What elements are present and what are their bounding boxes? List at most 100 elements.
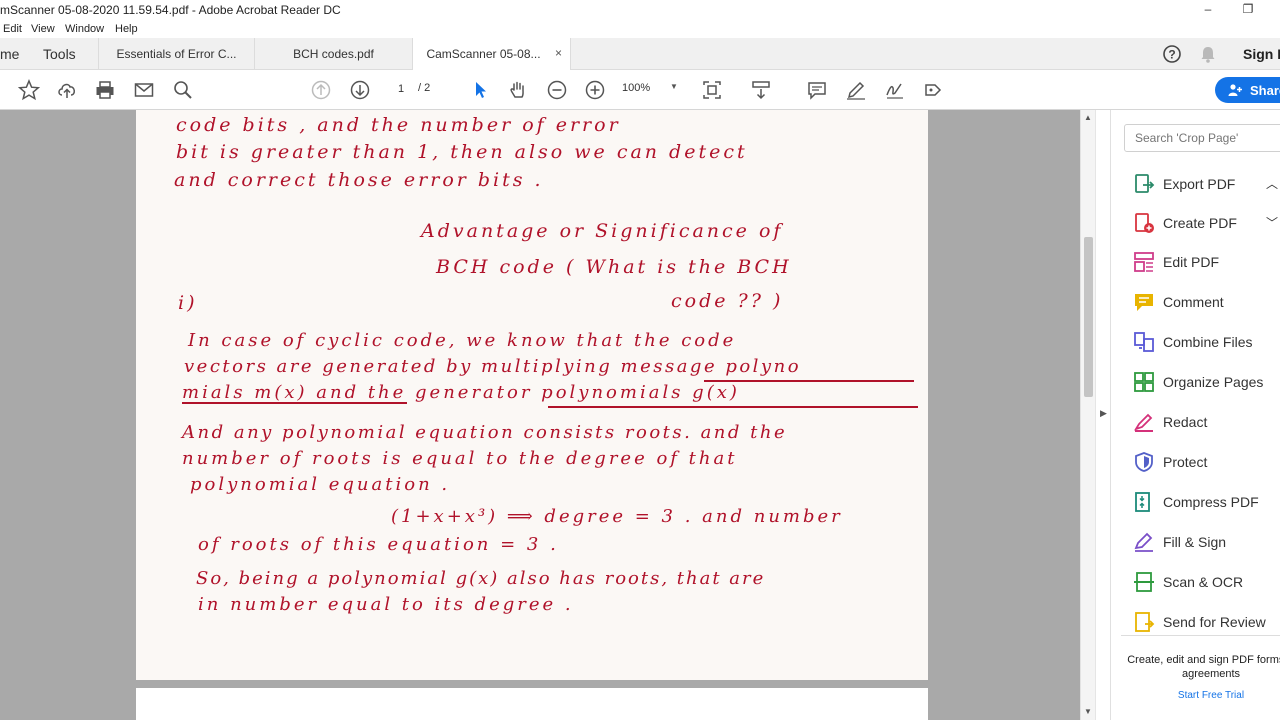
compress-pdf-icon xyxy=(1133,491,1155,513)
tool-export-pdf[interactable]: Export PDF ︿ xyxy=(1111,165,1280,205)
menu-bar: Edit View Window Help xyxy=(0,20,1280,38)
tool-label: Create PDF xyxy=(1163,215,1237,231)
panel-divider xyxy=(1121,635,1280,636)
hand-icon[interactable] xyxy=(507,79,529,101)
tool-comment[interactable]: Comment xyxy=(1111,283,1280,323)
start-free-trial-link[interactable]: Start Free Trial xyxy=(1121,690,1280,701)
star-icon[interactable] xyxy=(17,79,41,101)
handwritten-line: bit is greater than 1, then also we can … xyxy=(176,141,748,163)
share-button[interactable]: Share xyxy=(1215,77,1280,103)
tools-panel: Export PDF ︿ Create PDF ﹀ Edit PDF Comme… xyxy=(1110,110,1280,720)
zoom-level[interactable]: 100% xyxy=(622,82,650,94)
tool-scan-ocr[interactable]: Scan & OCR xyxy=(1111,563,1280,603)
document-viewer[interactable]: code bits , and the number of error bit … xyxy=(0,110,1095,720)
tool-label: Organize Pages xyxy=(1163,374,1264,390)
handwritten-line: polynomial equation . xyxy=(190,474,451,495)
scroll-down-icon[interactable]: ▼ xyxy=(1084,707,1092,716)
vertical-scrollbar[interactable]: ▲ ▼ xyxy=(1080,110,1095,720)
handwritten-line: mials m(x) and the generator polynomials… xyxy=(182,382,740,403)
pdf-page-2 xyxy=(136,688,928,720)
chevron-right-icon[interactable]: ▶ xyxy=(1100,408,1107,419)
tab-label: Essentials of Error C... xyxy=(116,47,237,61)
upload-icon[interactable] xyxy=(56,79,78,101)
search-icon[interactable] xyxy=(172,79,194,101)
tool-label: Fill & Sign xyxy=(1163,534,1227,550)
menu-help[interactable]: Help xyxy=(115,23,138,35)
chevron-up-icon[interactable]: ︿ xyxy=(1266,175,1278,192)
pen-icon[interactable] xyxy=(845,79,867,101)
tool-fill-sign[interactable]: Fill & Sign xyxy=(1111,523,1280,563)
promo-text: Create, edit and sign PDF forms & agreem… xyxy=(1127,654,1280,680)
right-panel-toggle[interactable]: ▶ xyxy=(1095,110,1110,720)
search-tools-input[interactable] xyxy=(1125,125,1280,151)
tab-bar: me Tools Essentials of Error C... BCH co… xyxy=(0,38,1280,71)
select-arrow-icon[interactable] xyxy=(469,79,491,101)
svg-text:?: ? xyxy=(1168,48,1175,62)
fit-page-icon[interactable] xyxy=(701,79,723,101)
tool-compress-pdf[interactable]: Compress PDF xyxy=(1111,483,1280,523)
chevron-down-icon[interactable]: ﹀ xyxy=(1266,214,1278,231)
handwritten-line: And any polynomial equation consists roo… xyxy=(182,422,788,443)
tool-combine-files[interactable]: Combine Files xyxy=(1111,323,1280,363)
close-tab-icon[interactable]: × xyxy=(555,46,562,60)
page-up-icon[interactable] xyxy=(310,79,332,101)
tool-label: Scan & OCR xyxy=(1163,574,1244,590)
tab-bch-codes[interactable]: BCH codes.pdf xyxy=(255,38,413,70)
menu-view[interactable]: View xyxy=(31,23,55,35)
tab-essentials[interactable]: Essentials of Error C... xyxy=(98,38,255,70)
print-icon[interactable] xyxy=(94,79,116,101)
handwritten-line: of roots of this equation = 3 . xyxy=(198,534,559,555)
tool-organize-pages[interactable]: Organize Pages xyxy=(1111,363,1280,403)
create-pdf-icon xyxy=(1133,212,1155,234)
pdf-page: code bits , and the number of error bit … xyxy=(136,110,928,680)
tab-tools[interactable]: Tools xyxy=(43,46,76,62)
sign-in-link[interactable]: Sign I xyxy=(1243,46,1280,62)
zoom-dropdown-icon[interactable]: ▼ xyxy=(670,82,678,91)
help-icon[interactable]: ? xyxy=(1162,44,1182,64)
page-down-icon[interactable] xyxy=(349,79,371,101)
tab-camscanner[interactable]: CamScanner 05-08... × xyxy=(413,38,571,71)
tool-create-pdf[interactable]: Create PDF ﹀ xyxy=(1111,204,1280,244)
handwritten-line: In case of cyclic code, we know that the… xyxy=(188,330,737,351)
zoom-out-icon[interactable] xyxy=(546,79,568,101)
send-review-icon xyxy=(1133,611,1155,633)
scroll-mode-icon[interactable] xyxy=(750,79,772,101)
combine-files-icon xyxy=(1133,331,1155,353)
tool-label: Protect xyxy=(1163,454,1208,470)
zoom-in-icon[interactable] xyxy=(584,79,606,101)
scroll-up-icon[interactable]: ▲ xyxy=(1084,113,1092,122)
handwritten-line: code ?? ) xyxy=(671,290,784,312)
window-title: mScanner 05-08-2020 11.59.54.pdf - Adobe… xyxy=(0,3,341,17)
menu-window[interactable]: Window xyxy=(65,23,104,35)
minimize-button[interactable]: – xyxy=(1198,2,1218,16)
tab-label: CamScanner 05-08... xyxy=(426,47,541,61)
tab-home[interactable]: me xyxy=(0,46,19,62)
protect-icon xyxy=(1133,451,1155,473)
scroll-thumb[interactable] xyxy=(1084,237,1093,397)
handwritten-line: (1+x+x³) ⟹ degree = 3 . and number xyxy=(391,506,843,527)
tool-redact[interactable]: Redact xyxy=(1111,403,1280,443)
tool-label: Compress PDF xyxy=(1163,494,1259,510)
sign-icon[interactable] xyxy=(884,79,906,101)
tool-label: Combine Files xyxy=(1163,334,1253,350)
tool-send-for-review[interactable]: Send for Review xyxy=(1111,603,1280,643)
handwritten-line: code bits , and the number of error xyxy=(176,114,621,136)
search-tools-box[interactable] xyxy=(1124,124,1280,152)
page-number-input[interactable]: 1 xyxy=(386,78,416,100)
email-icon[interactable] xyxy=(133,79,155,101)
redact-icon xyxy=(1133,411,1155,433)
tool-edit-pdf[interactable]: Edit PDF xyxy=(1111,243,1280,283)
tool-label: Comment xyxy=(1163,294,1224,310)
handwritten-line: BCH code ( What is the BCH xyxy=(436,256,792,278)
main-toolbar: 1 / 2 100% ▼ Share xyxy=(0,70,1280,110)
tool-label: Redact xyxy=(1163,414,1208,430)
edit-pdf-icon xyxy=(1133,251,1155,273)
comment-icon[interactable] xyxy=(806,79,828,101)
more-tools-icon[interactable] xyxy=(922,79,944,101)
handwritten-line: number of roots is equal to the degree o… xyxy=(182,448,738,469)
bell-icon[interactable] xyxy=(1198,44,1218,64)
restore-button[interactable]: ❐ xyxy=(1238,2,1258,16)
handwritten-line: vectors are generated by multiplying mes… xyxy=(184,356,802,377)
tool-protect[interactable]: Protect xyxy=(1111,443,1280,483)
menu-edit[interactable]: Edit xyxy=(3,23,22,35)
